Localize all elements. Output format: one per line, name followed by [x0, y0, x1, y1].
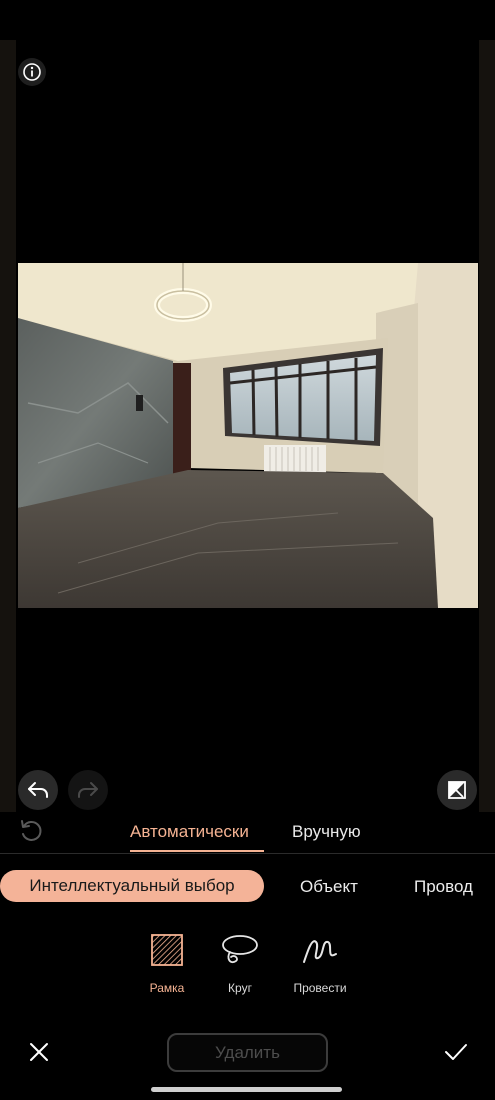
cancel-button[interactable] [24, 1037, 54, 1067]
tab-automatic[interactable]: Автоматически [130, 822, 249, 842]
checkmark-icon [445, 1044, 467, 1060]
lasso-icon [220, 930, 260, 970]
close-icon [30, 1043, 48, 1061]
compare-icon [448, 781, 466, 799]
room-photo [18, 263, 478, 608]
active-tab-indicator [130, 850, 264, 852]
mode-tabs: Автоматически Вручную [0, 812, 495, 854]
tabs-divider [0, 853, 495, 854]
canvas-right-edge [479, 40, 495, 812]
tool-frame-label: Рамка [149, 981, 185, 995]
frame-icon [147, 930, 187, 970]
status-area [0, 0, 495, 40]
tool-draw[interactable]: Провести [280, 930, 360, 995]
tool-draw-label: Провести [293, 981, 347, 995]
redo-icon [78, 782, 98, 798]
compare-button[interactable] [437, 770, 477, 810]
wire-select-option[interactable]: Провод [414, 877, 473, 897]
edited-photo[interactable] [18, 263, 478, 608]
tool-frame[interactable]: Рамка [127, 930, 207, 995]
redo-button[interactable] [68, 770, 108, 810]
brush-stroke-icon [300, 930, 340, 970]
tab-manual[interactable]: Вручную [292, 822, 361, 842]
tool-circle[interactable]: Круг [200, 930, 280, 995]
info-icon [23, 63, 41, 81]
undo-icon [28, 782, 48, 798]
smart-select-chip[interactable]: Интеллектуальный выбор [0, 870, 264, 902]
undo-button[interactable] [18, 770, 58, 810]
tool-circle-label: Круг [228, 981, 252, 995]
delete-button[interactable]: Удалить [167, 1033, 328, 1072]
object-select-option[interactable]: Объект [300, 877, 358, 897]
canvas-left-edge [0, 40, 16, 812]
confirm-button[interactable] [441, 1037, 471, 1067]
info-button[interactable] [18, 58, 46, 86]
home-indicator[interactable] [151, 1087, 342, 1092]
